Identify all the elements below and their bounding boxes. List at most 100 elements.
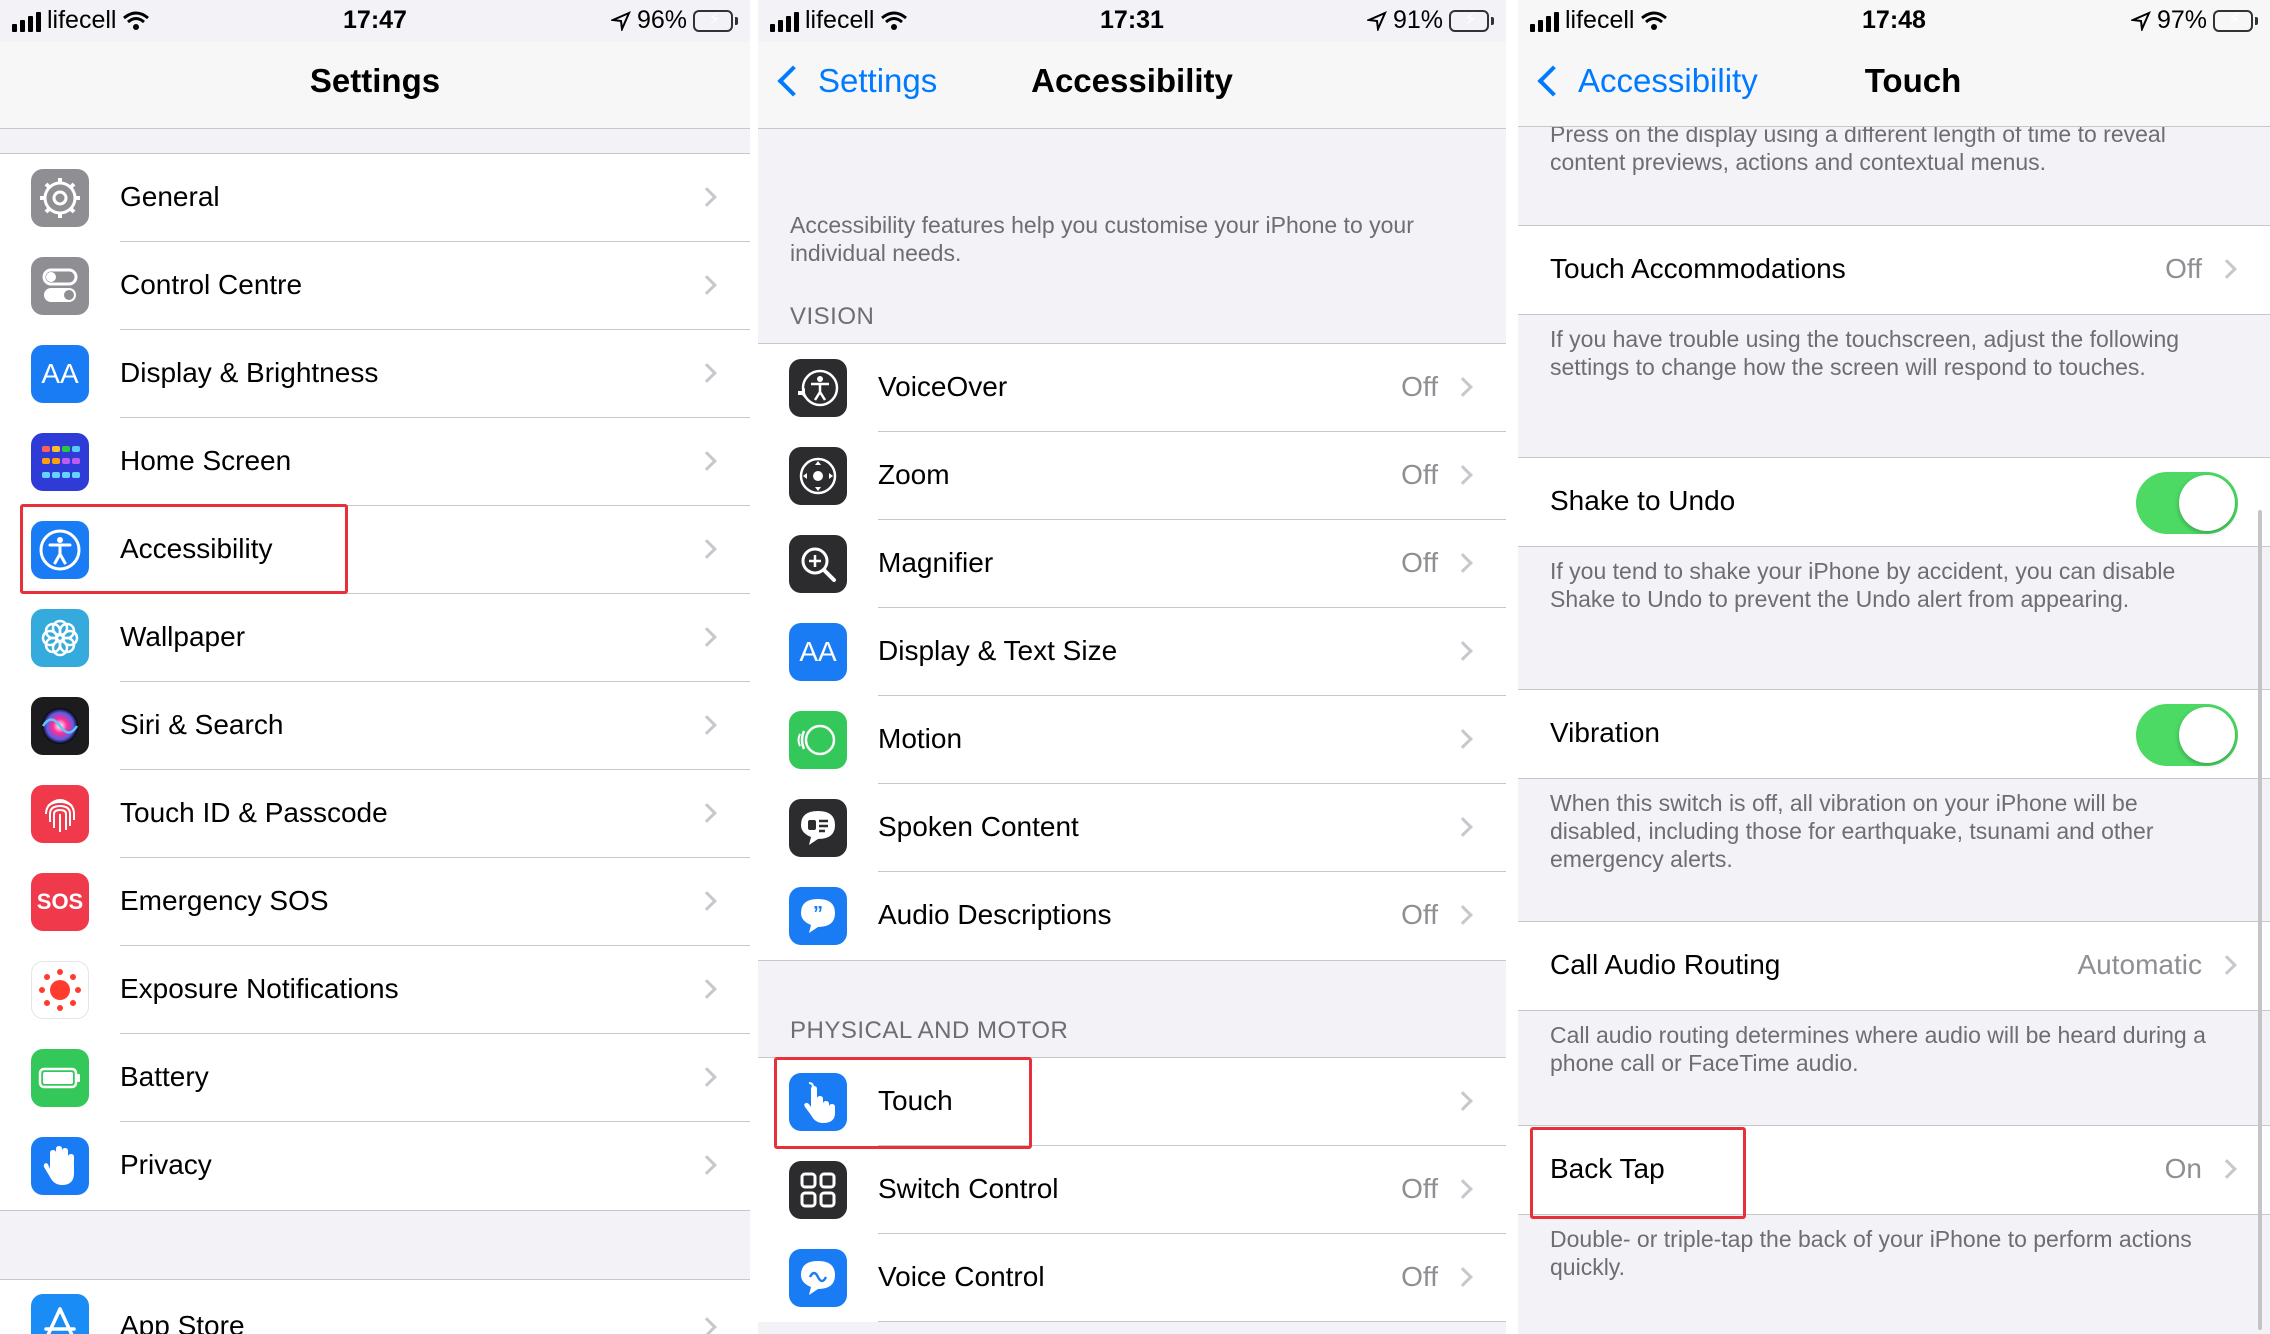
- touch-accommodations-group: Touch Accommodations Off: [1518, 225, 2270, 315]
- row-label: Vibration: [1550, 717, 1661, 748]
- settings-row-general[interactable]: General: [0, 154, 750, 242]
- battery-charging-icon: ⚡: [2213, 9, 2258, 32]
- chevron-right-icon: [697, 363, 717, 383]
- settings-row-privacy[interactable]: Privacy: [0, 1122, 750, 1210]
- touch-row-shake-to-undo: Shake to Undo: [1518, 458, 2270, 546]
- battery-percent: 96%: [636, 6, 687, 34]
- scroll-indicator[interactable]: [2258, 510, 2262, 1330]
- chevron-right-icon: [697, 1317, 717, 1334]
- svg-text:”: ”: [813, 903, 823, 925]
- settings-row-touch-id[interactable]: Touch ID & Passcode: [0, 770, 750, 858]
- accessibility-row-spoken-content[interactable]: Spoken Content: [758, 784, 1506, 872]
- chevron-right-icon: [1453, 817, 1473, 837]
- row-value: Off: [1401, 1173, 1438, 1204]
- settings-row-siri-search[interactable]: Siri & Search: [0, 682, 750, 770]
- accessibility-screen: lifecell 17:31 91% ⚡ Settings Accessibil…: [758, 0, 1506, 1334]
- sos-icon: SOS: [31, 873, 89, 931]
- settings-row-exposure-notifications[interactable]: Exposure Notifications: [0, 946, 750, 1034]
- chevron-right-icon: [697, 891, 717, 911]
- vibration-toggle[interactable]: [2136, 704, 2238, 766]
- row-label: Battery: [120, 1061, 209, 1092]
- settings-row-emergency-sos[interactable]: SOS Emergency SOS: [0, 858, 750, 946]
- chevron-right-icon: [1453, 553, 1473, 573]
- row-label: VoiceOver: [878, 371, 1008, 402]
- touch-row-vibration: Vibration: [1518, 690, 2270, 778]
- section-header-physical-motor: PHYSICAL AND MOTOR: [790, 1017, 1069, 1044]
- touch-accommodations-footer: If you have trouble using the touchscree…: [1550, 326, 2180, 380]
- accessibility-row-switch-control[interactable]: Switch Control Off: [758, 1146, 1506, 1234]
- gear-icon: [31, 169, 89, 227]
- shake-to-undo-toggle[interactable]: [2136, 472, 2238, 534]
- row-label: Touch Accommodations: [1550, 253, 1846, 284]
- vision-list: VoiceOver Off Zoom Off Magnifier Off AA …: [758, 343, 1506, 961]
- magnifier-icon: [789, 535, 847, 593]
- page-title: Settings: [309, 62, 441, 99]
- settings-row-battery[interactable]: Battery: [0, 1034, 750, 1122]
- page-title: Accessibility: [1031, 62, 1233, 99]
- switch-control-icon: [789, 1161, 847, 1219]
- row-label: Back Tap: [1550, 1153, 1665, 1184]
- chevron-right-icon: [697, 1155, 717, 1175]
- row-value: Off: [1401, 899, 1438, 930]
- row-label: Motion: [878, 723, 963, 754]
- touch-row-touch-accommodations[interactable]: Touch Accommodations Off: [1518, 226, 2270, 314]
- row-label: Switch Control: [878, 1173, 1059, 1204]
- row-label: Shake to Undo: [1550, 485, 1736, 516]
- chevron-right-icon: [697, 187, 717, 207]
- chevron-right-icon: [1453, 1091, 1473, 1111]
- settings-row-control-centre[interactable]: Control Centre: [0, 242, 750, 330]
- display-aa-icon: AA: [789, 623, 847, 681]
- chevron-right-icon: [1453, 377, 1473, 397]
- touch-row-back-tap[interactable]: Back Tap On: [1518, 1126, 2270, 1214]
- row-label: Display & Text Size: [878, 635, 1118, 666]
- chevron-right-icon: [697, 539, 717, 559]
- settings-row-wallpaper[interactable]: Wallpaper: [0, 594, 750, 682]
- accessibility-row-touch[interactable]: Touch: [758, 1058, 1506, 1146]
- accessibility-row-motion[interactable]: Motion: [758, 696, 1506, 784]
- accessibility-row-display-text-size[interactable]: AA Display & Text Size: [758, 608, 1506, 696]
- accessibility-row-magnifier[interactable]: Magnifier Off: [758, 520, 1506, 608]
- location-arrow-icon: [2130, 10, 2151, 31]
- location-arrow-icon: [1366, 10, 1387, 31]
- accessibility-row-voice-control[interactable]: Voice Control Off: [758, 1234, 1506, 1322]
- status-bar: lifecell 17:31 91% ⚡: [758, 0, 1506, 42]
- fingerprint-icon: [31, 785, 89, 843]
- location-arrow-icon: [610, 10, 631, 31]
- accessibility-row-audio-descriptions[interactable]: ” Audio Descriptions Off: [758, 872, 1506, 960]
- row-value: Off: [1401, 459, 1438, 490]
- battery-charging-icon: ⚡: [693, 9, 738, 32]
- settings-row-accessibility[interactable]: Accessibility: [0, 506, 750, 594]
- back-tap-footer: Double- or triple-tap the back of your i…: [1550, 1226, 2192, 1280]
- chevron-right-icon: [697, 803, 717, 823]
- vibration-group: Vibration: [1518, 689, 2270, 779]
- accessibility-row-voiceover[interactable]: VoiceOver Off: [758, 344, 1506, 432]
- touch-row-call-audio-routing[interactable]: Call Audio Routing Automatic: [1518, 922, 2270, 1010]
- settings-row-app-store[interactable]: App Store: [0, 1280, 750, 1334]
- row-label: Spoken Content: [878, 811, 1079, 842]
- audio-descriptions-icon: ”: [789, 887, 847, 945]
- nav-bar: Settings Accessibility: [758, 42, 1506, 129]
- app-store-icon: [31, 1294, 89, 1334]
- chevron-right-icon: [1453, 641, 1473, 661]
- battery-charging-icon: ⚡: [1449, 9, 1494, 32]
- call-audio-routing-group: Call Audio Routing Automatic: [1518, 921, 2270, 1011]
- row-label: Display & Brightness: [120, 357, 379, 388]
- chevron-right-icon: [1453, 729, 1473, 749]
- motion-icon: [789, 711, 847, 769]
- settings-row-display-brightness[interactable]: AA Display & Brightness: [0, 330, 750, 418]
- chevron-left-icon: [1537, 65, 1569, 97]
- row-label: Voice Control: [878, 1261, 1045, 1292]
- settings-row-home-screen[interactable]: Home Screen: [0, 418, 750, 506]
- row-label: Home Screen: [120, 445, 292, 476]
- accessibility-row-zoom[interactable]: Zoom Off: [758, 432, 1506, 520]
- row-label: Control Centre: [120, 269, 303, 300]
- chevron-right-icon: [2217, 955, 2237, 975]
- chevron-right-icon: [2217, 1159, 2237, 1179]
- chevron-right-icon: [697, 451, 717, 471]
- chevron-right-icon: [1453, 905, 1473, 925]
- touch-hand-icon: [789, 1073, 847, 1131]
- row-value: Off: [2165, 253, 2202, 284]
- siri-icon: [31, 697, 89, 755]
- chevron-right-icon: [1453, 1267, 1473, 1287]
- row-value: Automatic: [2077, 949, 2203, 980]
